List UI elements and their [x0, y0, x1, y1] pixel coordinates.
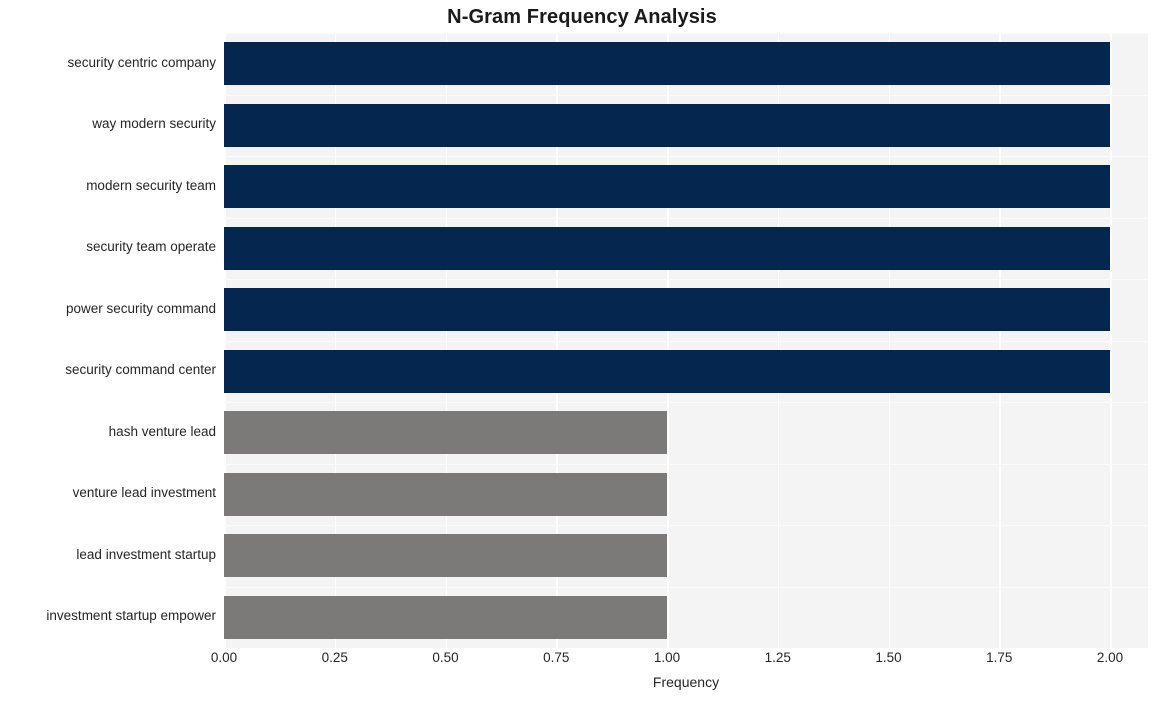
y-axis-tick-label: venture lead investment: [72, 485, 216, 501]
x-axis-tick-label: 1.00: [653, 650, 681, 665]
x-axis-title: Frequency: [652, 674, 720, 690]
y-axis-tick-label: lead investment startup: [76, 546, 216, 562]
y-axis-tick-label: investment startup empower: [46, 608, 216, 624]
x-axis-tick-label: 1.50: [875, 650, 902, 665]
chart-title: N-Gram Frequency Analysis: [447, 6, 717, 28]
x-axis-tick-label: 0.25: [321, 650, 348, 665]
y-axis-tick-label: modern security team: [86, 177, 216, 193]
y-axis-tick-label: way modern security: [92, 116, 216, 132]
x-axis-tick-label: 0.50: [432, 650, 459, 665]
chart-figure: N-Gram Frequency Analysis security centr…: [0, 0, 1164, 701]
x-axis-tick-label: 0.75: [543, 650, 570, 665]
y-axis-tick-label: hash venture lead: [108, 423, 216, 439]
x-axis-tick-label: 1.25: [764, 650, 791, 665]
y-axis-tick-label: security team operate: [86, 239, 216, 255]
x-axis-tick-label: 0.00: [210, 650, 238, 665]
x-axis-tick-label: 2.00: [1096, 650, 1124, 665]
y-axis-tick-label: security command center: [65, 362, 216, 378]
y-axis-tick-labels: security centric company way modern secur…: [0, 33, 1164, 648]
x-axis-tick-label: 1.75: [986, 650, 1013, 665]
y-axis-tick-label: power security command: [65, 300, 216, 316]
x-axis-tick-labels: 0.00 0.25 0.50 0.75 1.00 1.25 1.50 1.75 2.00: [0, 650, 1164, 672]
y-axis-tick-label: security centric company: [67, 54, 216, 70]
